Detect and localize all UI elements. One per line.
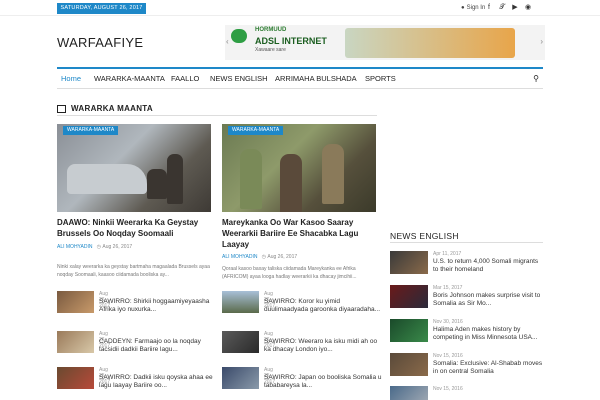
post-title[interactable]: SAWIRRO: Koror ku yimid duulimaadyada ga… bbox=[264, 298, 382, 314]
banner-tagline: Xawaare sare bbox=[255, 47, 286, 53]
post-title[interactable]: CADDEYN: Farmaajo oo la noqday tacsidii … bbox=[99, 338, 217, 354]
sign-in-label: Sign In bbox=[466, 5, 486, 11]
image-content bbox=[240, 149, 262, 209]
nav-item-faallo[interactable]: FAALLO bbox=[171, 69, 199, 89]
thumbnail[interactable] bbox=[57, 331, 94, 353]
post-title[interactable]: Boris Johnson makes surprise visit to So… bbox=[433, 292, 543, 308]
thumbnail[interactable] bbox=[390, 319, 428, 342]
featured-meta: ALI MOHYADIN ◷ Aug 26, 2017 bbox=[57, 244, 133, 250]
thumbnail[interactable] bbox=[222, 331, 259, 353]
post-title[interactable]: SAWIRRO: Japan oo booliska Somalia u tab… bbox=[264, 374, 382, 390]
sidebar-item[interactable]: Nov 15, 2016 Somalia: Exclusive: Al-Shab… bbox=[390, 353, 543, 379]
nav-item-sports[interactable]: SPORTS bbox=[365, 69, 396, 89]
thumbnail[interactable] bbox=[390, 353, 428, 376]
featured-title[interactable]: Mareykanka Oo War Kasoo Saaray Weerarkii… bbox=[222, 217, 380, 250]
brand-logo bbox=[231, 29, 247, 43]
sidebar-title: NEWS ENGLISH bbox=[390, 231, 543, 243]
post-title[interactable]: Somalia: Exclusive: Al-Shabab moves in o… bbox=[433, 360, 543, 376]
top-bar: SATURDAY, AUGUST 26, 2017 ● Sign In f 𝓣 … bbox=[0, 0, 600, 16]
featured-meta: ALI MOHYADIN ◷ Aug 26, 2017 bbox=[222, 254, 298, 260]
featured-excerpt: Ninki xalay weerarka ka geystay bartmaha… bbox=[57, 264, 210, 278]
facebook-icon[interactable]: f bbox=[484, 3, 494, 13]
thumbnail[interactable] bbox=[57, 367, 94, 389]
banner-headline: ADSL INTERNET bbox=[255, 36, 327, 46]
section-icon bbox=[57, 105, 66, 113]
nav-item-home[interactable]: Home bbox=[61, 69, 81, 89]
search-icon[interactable]: ⚲ bbox=[533, 69, 539, 89]
thumbnail[interactable] bbox=[222, 367, 259, 389]
user-icon: ● bbox=[461, 5, 465, 11]
category-badge[interactable]: WARARKA-MAANTA bbox=[228, 126, 284, 135]
image-content bbox=[322, 144, 344, 204]
date-badge: SATURDAY, AUGUST 26, 2017 bbox=[57, 3, 146, 14]
post-title[interactable]: Halima Aden makes history by competing i… bbox=[433, 326, 543, 342]
image-content bbox=[147, 169, 167, 199]
site-logo[interactable]: WARFAAFIYE bbox=[57, 35, 143, 50]
youtube-icon[interactable]: ▶ bbox=[510, 3, 520, 13]
sidebar-item[interactable]: Mar 15, 2017 Boris Johnson makes surpris… bbox=[390, 285, 543, 311]
thumbnail[interactable] bbox=[57, 291, 94, 313]
featured-image[interactable]: WARARKA-MAANTA bbox=[222, 124, 376, 212]
thumbnail[interactable] bbox=[222, 291, 259, 313]
post-date: Aug 26, 2017 bbox=[102, 244, 133, 250]
nav-item-wararka-maanta[interactable]: WARARKA-MAANTA bbox=[94, 69, 165, 89]
sidebar-item[interactable]: Apr 11, 2017 U.S. to return 4,000 Somali… bbox=[390, 251, 543, 277]
thumbnail[interactable] bbox=[390, 386, 428, 400]
image-content bbox=[67, 164, 147, 194]
section-title: WARARKA MAANTA bbox=[71, 104, 153, 113]
post-date: Aug 26, 2017 bbox=[267, 254, 298, 260]
post-title[interactable]: SAWIRRO: Weeraro ka isku midi ah oo ka d… bbox=[264, 338, 382, 354]
image-content bbox=[280, 154, 302, 212]
twitter-icon[interactable]: 𝓣 bbox=[497, 3, 507, 13]
banner-brand: HORMUUD bbox=[255, 27, 287, 33]
nav-item-arrimaha-bulshada[interactable]: ARRIMAHA BULSHADA bbox=[275, 69, 357, 89]
banner-image bbox=[345, 28, 515, 58]
section-header: WARARKA MAANTA bbox=[57, 104, 377, 116]
post-date: Nov 30, 2016 bbox=[433, 319, 463, 325]
thumbnail[interactable] bbox=[390, 251, 428, 274]
author-name[interactable]: ALI MOHYADIN bbox=[222, 254, 257, 260]
sidebar-item[interactable]: Nov 15, 2016 bbox=[390, 386, 543, 400]
post-title[interactable]: SAWIRRO: Dadkii isku qoyska ahaa ee lagu… bbox=[99, 374, 217, 390]
post-date: Apr 11, 2017 bbox=[433, 251, 462, 257]
thumbnail[interactable] bbox=[390, 285, 428, 308]
main-nav: Home WARARKA-MAANTA FAALLO NEWS ENGLISH … bbox=[57, 67, 543, 89]
post-date: Mar 15, 2017 bbox=[433, 285, 463, 291]
banner-ad[interactable]: ‹ HORMUUD ADSL INTERNET Xawaare sare › bbox=[225, 25, 545, 60]
author-name[interactable]: ALI MOHYADIN bbox=[57, 244, 92, 250]
featured-title[interactable]: DAAWO: Ninkii Weerarka Ka Geystay Brusse… bbox=[57, 217, 215, 239]
chevron-right-icon[interactable]: › bbox=[540, 37, 543, 46]
featured-excerpt: Qoraal kasoo baxay taliska ciidamada Mar… bbox=[222, 266, 357, 280]
featured-image[interactable]: WARARKA-MAANTA bbox=[57, 124, 211, 212]
post-title[interactable]: U.S. to return 4,000 Somali migrants to … bbox=[433, 258, 543, 274]
chevron-left-icon[interactable]: ‹ bbox=[226, 37, 229, 46]
post-title[interactable]: SAWIRRO: Shirkii hoggaamiyeyaasha Afrika… bbox=[99, 298, 217, 314]
nav-item-news-english[interactable]: NEWS ENGLISH bbox=[210, 69, 268, 89]
sidebar-item[interactable]: Nov 30, 2016 Halima Aden makes history b… bbox=[390, 319, 543, 345]
sign-in-link[interactable]: ● Sign In bbox=[461, 3, 485, 13]
image-content bbox=[167, 154, 183, 204]
post-date: Nov 15, 2016 bbox=[433, 386, 463, 392]
instagram-icon[interactable]: ◉ bbox=[523, 3, 533, 13]
post-date: Nov 15, 2016 bbox=[433, 353, 463, 359]
category-badge[interactable]: WARARKA-MAANTA bbox=[63, 126, 119, 135]
